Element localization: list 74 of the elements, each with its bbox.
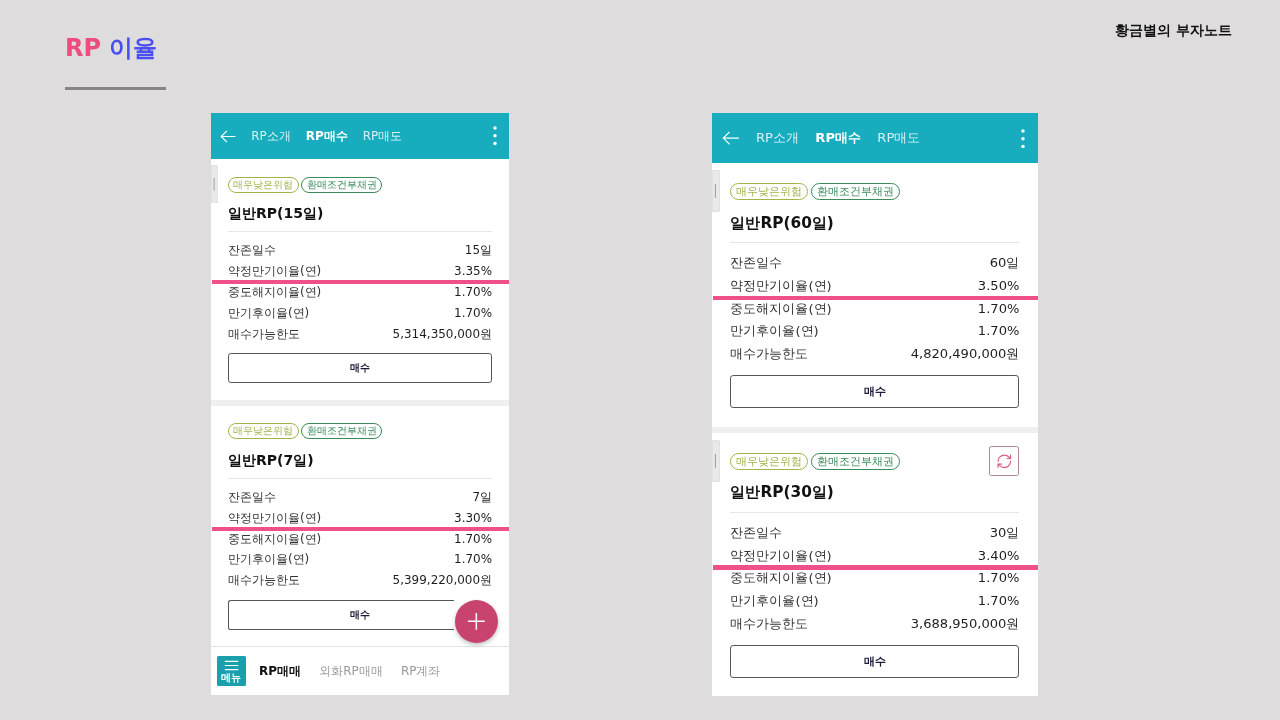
nav-tab[interactable]: RP소개 bbox=[756, 129, 799, 148]
nav-tab[interactable]: RP매도 bbox=[877, 129, 921, 148]
page-title: RP bbox=[65, 33, 102, 64]
row-value: 1.70% bbox=[977, 569, 1020, 588]
bottom-tab[interactable]: 외화RP매매 bbox=[319, 663, 383, 680]
row-label: 잔존일수 bbox=[730, 523, 783, 542]
nav-tab[interactable]: RP소개 bbox=[251, 127, 291, 145]
row-label: 매수가능한도 bbox=[227, 572, 300, 590]
row-label: 매수가능한도 bbox=[730, 345, 809, 364]
page-title: 이율 bbox=[109, 33, 158, 64]
back-arrow-icon[interactable] bbox=[220, 129, 237, 143]
row-label: 만기후이율(연) bbox=[730, 592, 819, 611]
buy-button[interactable]: 매수 bbox=[730, 375, 1020, 409]
row-label: 매수가능한도 bbox=[730, 615, 809, 634]
row-label: 중도해지이율(연) bbox=[730, 569, 832, 588]
row-value: 1.70% bbox=[977, 592, 1020, 611]
row-label: 중도해지이율(연) bbox=[227, 530, 322, 548]
menu-button[interactable]: 메뉴 bbox=[216, 656, 247, 687]
menu-icon bbox=[223, 659, 239, 671]
more-button[interactable] bbox=[1018, 128, 1028, 148]
product-title: 일반RP(15일) bbox=[227, 204, 325, 224]
nav-tab[interactable]: RP매수 bbox=[815, 129, 861, 148]
brand-text: 황금별의 부자노트 bbox=[1115, 21, 1232, 40]
row-value: 3.40% bbox=[977, 546, 1020, 565]
row-value: 3,688,950,000원 bbox=[910, 615, 1020, 634]
row-value: 1.70% bbox=[977, 322, 1020, 341]
row-value: 4,820,490,000원 bbox=[910, 345, 1020, 364]
row-value: 1.70% bbox=[977, 299, 1020, 318]
nav-tab[interactable]: RP매수 bbox=[305, 127, 348, 145]
row-value: 1.70% bbox=[454, 530, 493, 548]
row-label: 만기후이율(연) bbox=[227, 304, 310, 322]
drawer-handle[interactable] bbox=[211, 164, 219, 204]
drawer-handle[interactable] bbox=[711, 169, 720, 212]
product-title: 일반RP(7일) bbox=[227, 450, 315, 470]
row-label: 약정만기이율(연) bbox=[227, 509, 322, 527]
row-value: 3.35% bbox=[454, 262, 493, 280]
row-value: 3.50% bbox=[977, 276, 1020, 295]
row-value: 1.70% bbox=[454, 304, 493, 322]
more-icon bbox=[493, 126, 498, 146]
row-value: 5,399,220,000원 bbox=[392, 572, 493, 590]
row-label: 잔존일수 bbox=[730, 253, 783, 272]
row-label: 잔존일수 bbox=[227, 242, 276, 259]
row-label: 약정만기이율(연) bbox=[730, 276, 832, 295]
row-label: 만기후이율(연) bbox=[227, 551, 310, 569]
row-value: 60일 bbox=[989, 253, 1020, 272]
row-value: 15일 bbox=[464, 242, 493, 259]
refresh-icon bbox=[996, 453, 1013, 470]
row-label: 중도해지이율(연) bbox=[227, 283, 322, 301]
row-value: 3.30% bbox=[454, 509, 493, 527]
bottom-tab[interactable]: RP계좌 bbox=[400, 663, 441, 680]
row-label: 중도해지이율(연) bbox=[730, 299, 832, 318]
buy-button[interactable]: 매수 bbox=[730, 645, 1020, 678]
bottom-tab[interactable]: RP매매 bbox=[259, 663, 302, 680]
drawer-handle[interactable] bbox=[711, 439, 720, 482]
buy-button[interactable]: 매수 bbox=[227, 599, 454, 630]
refresh-button[interactable] bbox=[989, 446, 1020, 477]
row-label: 잔존일수 bbox=[227, 488, 276, 506]
product-title: 일반RP(60일) bbox=[730, 212, 835, 234]
row-value: 1.70% bbox=[454, 551, 493, 569]
buy-button[interactable]: 매수 bbox=[227, 353, 493, 383]
product-title: 일반RP(30일) bbox=[730, 482, 835, 504]
row-label: 약정만기이율(연) bbox=[730, 546, 832, 565]
row-label: 약정만기이율(연) bbox=[227, 262, 322, 280]
more-icon bbox=[1021, 128, 1026, 148]
row-value: 30일 bbox=[989, 523, 1020, 542]
nav-tab[interactable]: RP매도 bbox=[362, 127, 403, 145]
row-label: 만기후이율(연) bbox=[730, 322, 819, 341]
plus-icon bbox=[466, 611, 486, 631]
row-label: 매수가능한도 bbox=[227, 325, 300, 343]
row-value: 5,314,350,000원 bbox=[392, 325, 493, 343]
row-value: 1.70% bbox=[454, 283, 493, 301]
more-button[interactable] bbox=[490, 126, 500, 146]
row-value: 7일 bbox=[472, 488, 493, 506]
back-arrow-icon[interactable] bbox=[721, 131, 740, 146]
